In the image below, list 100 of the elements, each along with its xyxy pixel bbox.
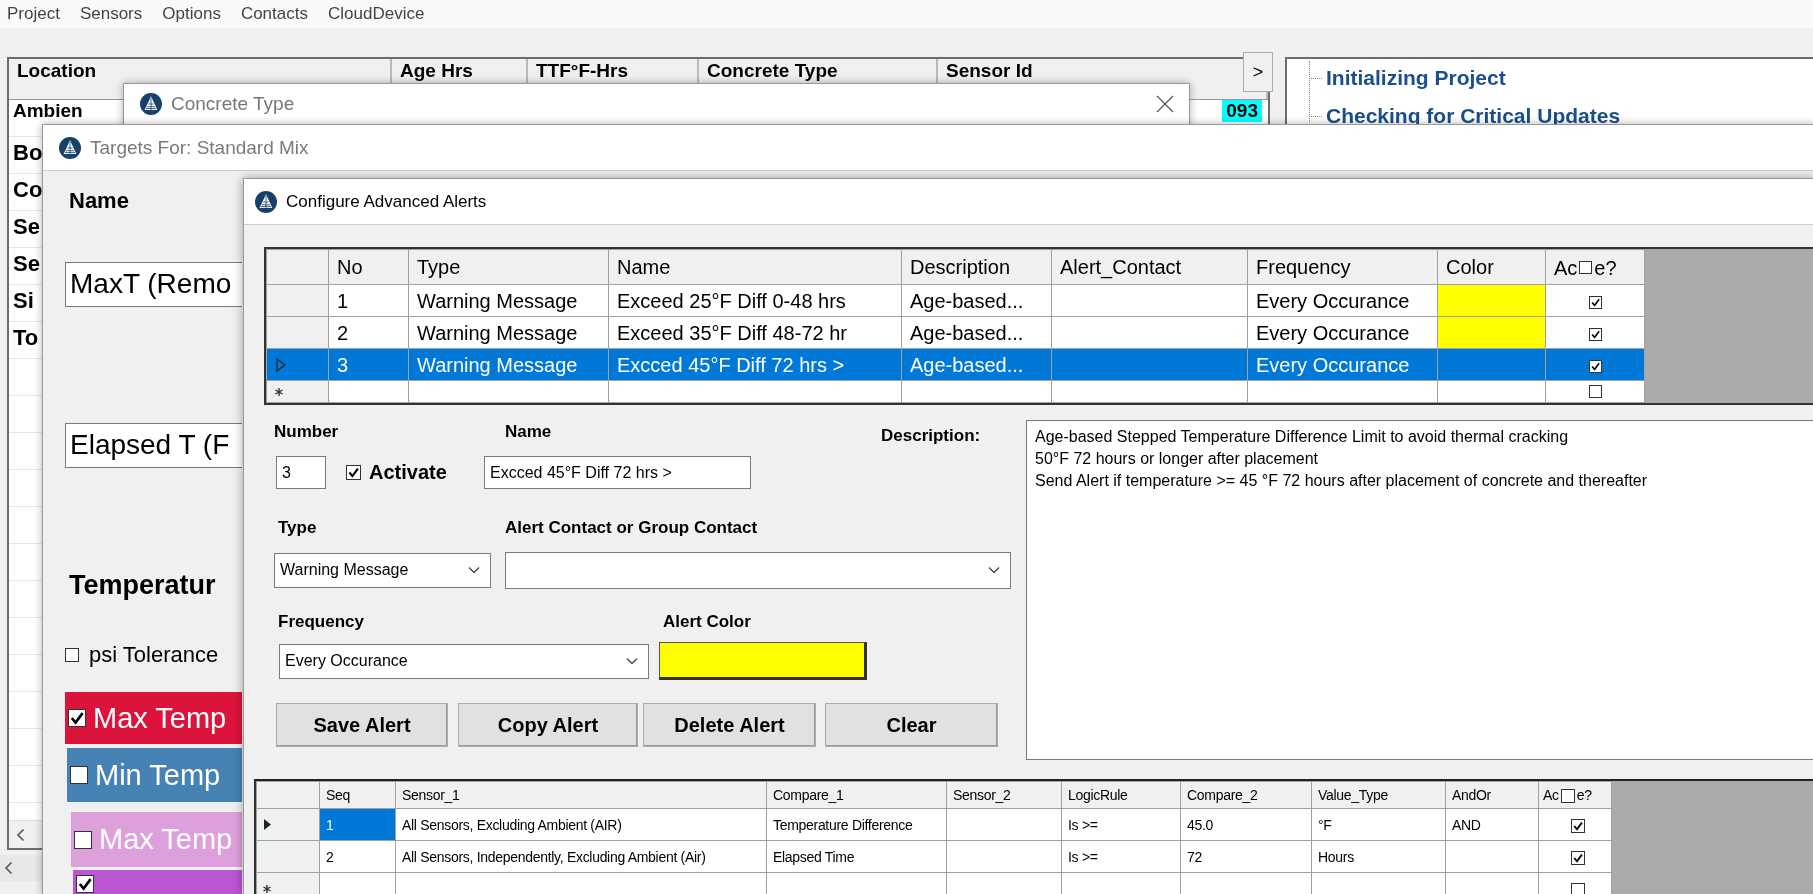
table-cell[interactable]: AND	[1445, 808, 1539, 841]
action-button[interactable]: Copy Alert	[458, 703, 638, 747]
checkbox[interactable]	[65, 648, 79, 662]
table-cell[interactable]: Elapsed Time	[766, 840, 947, 873]
description-field[interactable]: Age-based Stepped Temperature Difference Limit to avoid thermal cracking 50°F 72 hours or longer after placement Send Alert if temperature >= 45 °F 72 hours after placement of concrete and thereafter	[1026, 420, 1813, 760]
menu-item[interactable]: Options	[162, 4, 221, 24]
table-cell[interactable]: 72	[1180, 840, 1312, 873]
type-dropdown[interactable]: Warning Message	[274, 552, 491, 588]
table-cell[interactable]: All Sensors, Independently, Excluding Ambient (Air)	[395, 840, 767, 873]
column-header: Ac	[1554, 256, 1578, 279]
menu-item[interactable]: Sensors	[79, 4, 143, 24]
table-cell[interactable]: Exceed 25°F Diff 0-48 hrs	[608, 284, 902, 317]
series-label: Min Temp	[95, 758, 221, 792]
menu-item[interactable]: CloudDevice	[328, 4, 425, 24]
series-toggle[interactable]: Max Temp	[65, 692, 242, 744]
section-heading: Temperatur	[69, 570, 216, 602]
table-cell[interactable]: Age-based...	[901, 316, 1052, 349]
table-cell[interactable]: Temperature Difference	[766, 808, 947, 841]
table-cell[interactable]: 2	[319, 840, 396, 873]
table-cell[interactable]: 2	[328, 316, 409, 349]
table-row[interactable]: 3 Warning Message Excced 45°F Diff 72 hrs > Age-based... Every Occurance	[266, 348, 1813, 381]
color-swatch[interactable]	[659, 642, 867, 680]
row-pointer-icon	[263, 818, 272, 831]
table-cell[interactable]: Age-based...	[901, 284, 1052, 317]
menu-item[interactable]: Contacts	[240, 4, 308, 24]
table-cell[interactable]: Warning Message	[408, 316, 609, 349]
contact-dropdown[interactable]	[505, 551, 1011, 589]
checkbox-label: psi Tolerance	[89, 642, 219, 668]
action-button[interactable]: Clear	[825, 703, 998, 747]
name-field[interactable]: Excced 45°F Diff 72 hrs >	[484, 456, 751, 489]
table-cell[interactable]: Hours	[1311, 840, 1446, 873]
field-label: Alert Contact or Group Contact	[505, 518, 758, 538]
table-cell[interactable]: Warning Message	[408, 284, 609, 317]
table-cell[interactable]: 3	[328, 348, 409, 381]
action-button[interactable]: Save Alert	[276, 703, 448, 747]
checkbox[interactable]	[1588, 295, 1602, 309]
table-cell[interactable]: 1	[319, 808, 396, 841]
scroll-left-icon[interactable]	[4, 861, 13, 875]
table-cell: To	[13, 325, 39, 350]
table-cell[interactable]: 1	[328, 284, 409, 317]
field-label: Description:	[881, 426, 981, 446]
table-cell[interactable]: Excced 45°F Diff 72 hrs >	[608, 348, 902, 381]
table-cell[interactable]: Every Occurance	[1247, 348, 1438, 381]
checkbox[interactable]	[1571, 882, 1585, 894]
column-header: Sensor_2	[946, 781, 1062, 809]
chevron-down-icon	[626, 657, 638, 665]
table-cell: Si	[13, 288, 34, 313]
column-header: Sensor_1	[395, 781, 767, 809]
table-cell[interactable]: Exceed 35°F Diff 48-72 hr	[608, 316, 902, 349]
column-header: Alert_Contact	[1051, 249, 1248, 285]
series-label: Max Temp	[99, 823, 233, 856]
checkbox[interactable]	[70, 766, 88, 784]
series-toggle[interactable]: Min Temp	[67, 748, 242, 802]
chevron-down-icon	[468, 566, 480, 574]
checkbox[interactable]	[1588, 385, 1602, 399]
field-label: Type	[277, 518, 318, 538]
table-cell[interactable]: Is >=	[1061, 808, 1181, 841]
field-label: Frequency	[277, 612, 365, 632]
checkbox[interactable]	[76, 875, 94, 893]
close-icon[interactable]	[1155, 94, 1175, 114]
checkbox[interactable]	[1571, 818, 1585, 833]
checkbox[interactable]	[1560, 788, 1575, 803]
table-cell[interactable]: All Sensors, Excluding Ambient (AIR)	[395, 808, 767, 841]
table-cell[interactable]: Age-based...	[901, 348, 1052, 381]
table-cell: Co	[13, 177, 43, 202]
action-button[interactable]: Delete Alert	[643, 703, 816, 747]
scroll-right-button[interactable]: >	[1243, 52, 1273, 92]
checkbox[interactable]	[346, 465, 361, 480]
table-cell: 093	[1222, 100, 1262, 122]
checkbox[interactable]	[1588, 327, 1602, 341]
number-field[interactable]: 3	[276, 456, 326, 489]
text-field[interactable]: Elapsed T (F	[65, 423, 242, 468]
checkbox[interactable]	[1571, 850, 1585, 865]
table-cell[interactable]: Is >=	[1061, 840, 1181, 873]
table-cell[interactable]: °F	[1311, 808, 1446, 841]
checkbox[interactable]	[1588, 359, 1602, 373]
table-cell[interactable]: 45.0	[1180, 808, 1312, 841]
tree-item[interactable]: Initializing Project	[1326, 66, 1506, 90]
menu-item[interactable]: Project	[7, 4, 60, 24]
table-cell[interactable]: Every Occurance	[1247, 316, 1438, 349]
table-row[interactable]: 2 Warning Message Exceed 35°F Diff 48-72 hr Age-based... Every Occurance	[266, 316, 1813, 349]
table-cell[interactable]: Every Occurance	[1247, 284, 1438, 317]
table-cell: Se	[13, 214, 40, 239]
column-header: Compare_1	[766, 781, 947, 809]
scroll-left-icon[interactable]	[16, 827, 25, 842]
checkbox[interactable]	[68, 709, 86, 727]
tree-item[interactable]: Checking for Critical Updates	[1326, 104, 1621, 128]
text-field[interactable]: MaxT (Remo	[65, 262, 242, 307]
table-row[interactable]: 2 All Sensors, Independently, Excluding Ambient (Air) Elapsed Time Is >= 72 Hours	[256, 840, 1813, 873]
checkbox[interactable]	[1579, 261, 1593, 275]
table-row[interactable]: 1 All Sensors, Excluding Ambient (AIR) Temperature Difference Is >= 45.0 °F AND	[256, 808, 1813, 841]
table-cell[interactable]: Warning Message	[408, 348, 609, 381]
frequency-dropdown[interactable]: Every Occurance	[279, 643, 649, 679]
column-header: Seq	[319, 781, 396, 809]
checkbox[interactable]	[74, 830, 92, 849]
column-header: AndOr	[1445, 781, 1539, 809]
column-header: e?	[1576, 787, 1592, 804]
table-row[interactable]: 1 Warning Message Exceed 25°F Diff 0-48 hrs Age-based... Every Occurance	[266, 284, 1813, 317]
field-label: Number	[274, 422, 340, 442]
column-header: Color	[1437, 249, 1546, 285]
